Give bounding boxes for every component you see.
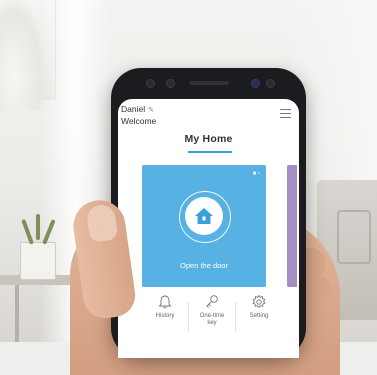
smartphone: Daniel ✎ Welcome My Home ■ ▫ Open the doo… — [111, 68, 306, 358]
user-name: Daniel — [121, 104, 146, 114]
speaker-grille — [189, 81, 229, 85]
nav-one-time-key[interactable]: One-time key — [189, 294, 235, 327]
open-door-label: Open the door — [180, 261, 228, 270]
hamburger-menu-icon[interactable] — [280, 106, 291, 121]
floor-lamp — [0, 0, 45, 110]
plant-leaf — [36, 214, 40, 240]
nav-one-time-key-label: One-time key — [199, 313, 225, 326]
pencil-icon[interactable]: ✎ — [148, 106, 154, 116]
bell-icon — [158, 295, 172, 309]
open-door-card[interactable]: ■ ▫ Open the door — [142, 165, 266, 287]
app-screen: Daniel ✎ Welcome My Home ■ ▫ Open the doo… — [118, 99, 299, 358]
chair-back — [337, 210, 371, 264]
nav-setting-label: Setting — [249, 313, 269, 319]
front-camera-icon — [251, 79, 260, 88]
welcome-text: Welcome — [121, 116, 157, 126]
sensor-icon — [146, 79, 155, 88]
home-icon — [195, 208, 213, 224]
home-card-carousel[interactable]: ■ ▫ Open the door — [118, 159, 299, 291]
title-underline — [188, 151, 232, 153]
user-block[interactable]: Daniel ✎ Welcome — [121, 104, 156, 126]
nav-history[interactable]: History — [142, 294, 188, 320]
key-icon — [206, 295, 218, 308]
sensor-icon — [166, 79, 175, 88]
table-leg — [15, 285, 19, 342]
gear-icon — [252, 294, 266, 309]
page-title: My Home — [184, 133, 233, 145]
nav-history-label: History — [155, 313, 175, 319]
sensor-icon — [266, 79, 275, 88]
next-card-preview[interactable] — [287, 165, 297, 287]
nav-setting[interactable]: Setting — [236, 294, 282, 320]
bottom-nav: History One-time key Setting — [142, 294, 282, 344]
phone-top-bezel — [111, 68, 306, 102]
plant-pot — [20, 242, 56, 280]
more-icon[interactable]: ■ ▫ — [253, 171, 260, 177]
